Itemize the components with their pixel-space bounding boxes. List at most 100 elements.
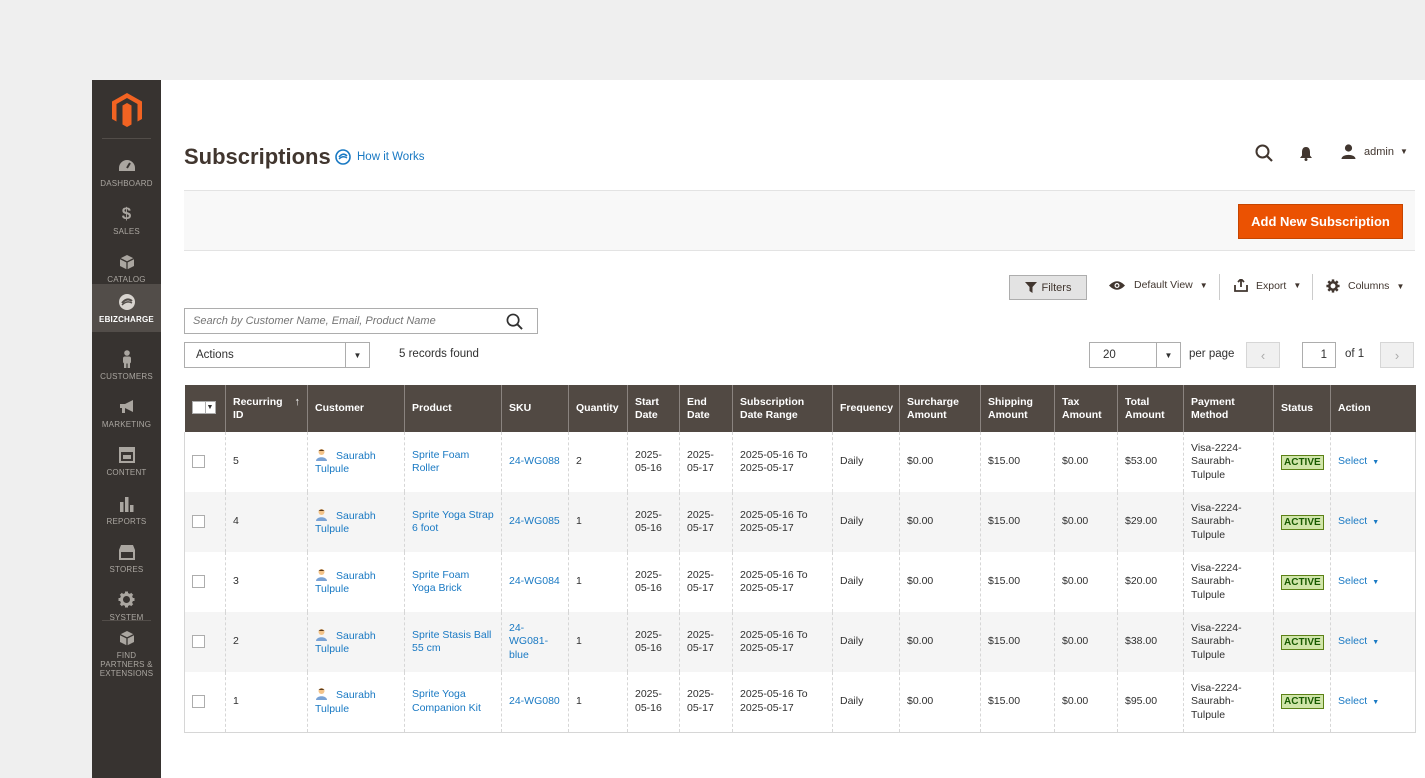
columns-dropdown[interactable]: Columns ▼ — [1326, 279, 1404, 293]
per-page-label: per page — [1189, 348, 1235, 360]
customer-link[interactable]: Saurabh Tulpule — [315, 448, 397, 477]
global-search-icon[interactable] — [1255, 144, 1273, 162]
product-link[interactable]: Sprite Yoga Strap 6 foot — [412, 509, 494, 535]
column-header-customer[interactable]: Customer — [307, 385, 405, 432]
column-header-sku[interactable]: SKU — [501, 385, 569, 432]
column-header-tax[interactable]: Tax Amount — [1054, 385, 1118, 432]
table-row[interactable]: 3 Saurabh Tulpule Sprite Foam Yoga Brick 24… — [184, 552, 1416, 612]
column-header-frequency[interactable]: Frequency — [832, 385, 900, 432]
next-page-button[interactable]: › — [1380, 342, 1414, 368]
customer-link[interactable]: Saurabh Tulpule — [315, 628, 397, 657]
sidebar-item-stores[interactable]: Stores — [92, 534, 161, 582]
column-header-payment-method[interactable]: Payment Method — [1183, 385, 1274, 432]
row-select-cell — [184, 432, 226, 492]
magento-logo-icon[interactable] — [111, 92, 143, 128]
admin-user-menu[interactable]: admin ▼ — [1341, 144, 1408, 159]
cell-sku: 24-WG084 — [501, 552, 569, 612]
column-header-end-date[interactable]: End Date — [679, 385, 733, 432]
mass-actions-label: Actions — [196, 349, 234, 361]
cell-action: Select ▼ — [1330, 432, 1416, 492]
sidebar-item-customers[interactable]: Customers — [92, 341, 161, 389]
table-row[interactable]: 2 Saurabh Tulpule Sprite Stasis Ball 55 cm… — [184, 612, 1416, 672]
sidebar-item-content[interactable]: Content — [92, 437, 161, 485]
search-input[interactable] — [185, 309, 495, 333]
cell-sku: 24-WG085 — [501, 492, 569, 552]
column-header-start-date[interactable]: Start Date — [627, 385, 680, 432]
table-row[interactable]: 4 Saurabh Tulpule Sprite Yoga Strap 6 foot… — [184, 492, 1416, 552]
table-row[interactable]: 1 Saurabh Tulpule Sprite Yoga Companion Ki… — [184, 672, 1416, 733]
column-header-date-range[interactable]: Subscription Date Range — [732, 385, 833, 432]
product-link[interactable]: Sprite Foam Yoga Brick — [412, 569, 469, 595]
cell-start-date: 2025-05-16 — [627, 552, 680, 612]
customer-link[interactable]: Saurabh Tulpule — [315, 687, 397, 716]
sidebar-item-label: Stores — [109, 564, 144, 574]
row-checkbox[interactable] — [192, 455, 205, 469]
page-number-input[interactable]: 1 — [1302, 342, 1336, 368]
status-badge: ACTIVE — [1281, 454, 1324, 470]
row-action-select[interactable]: Select ▼ — [1338, 695, 1379, 707]
cell-surcharge: $0.00 — [899, 432, 981, 492]
sku-link[interactable]: 24-WG088 — [509, 455, 560, 467]
sidebar-item-label: Content — [106, 467, 147, 477]
cell-date-range: 2025-05-16 To 2025-05-17 — [732, 432, 833, 492]
chevron-right-icon: › — [1394, 347, 1400, 363]
cell-product: Sprite Foam Roller — [404, 432, 502, 492]
sidebar-item-ebizcharge[interactable]: EBizCharge — [92, 284, 161, 332]
row-checkbox[interactable] — [192, 515, 205, 529]
default-view-dropdown[interactable]: Default View ▼ — [1108, 279, 1208, 291]
cell-quantity: 1 — [568, 552, 628, 612]
mass-select-header[interactable]: ▼ — [184, 385, 226, 432]
sidebar-item-find-partners[interactable]: Find Partners & Extensions — [92, 628, 161, 678]
row-action-select[interactable]: Select ▼ — [1338, 515, 1379, 527]
column-header-status[interactable]: Status — [1273, 385, 1331, 432]
table-row[interactable]: 5 Saurabh Tulpule Sprite Foam Roller 24-WG0… — [184, 432, 1416, 492]
column-header-total[interactable]: Total Amount — [1117, 385, 1184, 432]
row-action-select[interactable]: Select ▼ — [1338, 455, 1379, 467]
cell-status: ACTIVE — [1273, 552, 1331, 612]
mass-actions-select[interactable]: Actions ▼ — [184, 342, 370, 368]
filters-button[interactable]: Filters — [1009, 275, 1087, 300]
sidebar-item-system[interactable]: System — [92, 582, 161, 630]
cell-date-range: 2025-05-16 To 2025-05-17 — [732, 552, 833, 612]
notifications-bell-icon[interactable] — [1299, 146, 1313, 161]
per-page-select[interactable]: 20 ▼ — [1089, 342, 1181, 368]
cell-quantity: 1 — [568, 492, 628, 552]
customer-link[interactable]: Saurabh Tulpule — [315, 508, 397, 537]
cell-total: $20.00 — [1117, 552, 1184, 612]
how-it-works-link[interactable]: How it Works — [335, 149, 425, 165]
row-action-select[interactable]: Select ▼ — [1338, 635, 1379, 647]
mass-select-checkbox[interactable]: ▼ — [191, 400, 216, 414]
sidebar-item-reports[interactable]: Reports — [92, 486, 161, 534]
per-page-value: 20 — [1103, 349, 1116, 361]
row-checkbox[interactable] — [192, 575, 205, 589]
sku-link[interactable]: 24-WG081-blue — [509, 622, 548, 661]
row-checkbox[interactable] — [192, 635, 205, 649]
add-new-subscription-button[interactable]: Add New Subscription — [1238, 204, 1403, 239]
previous-page-button[interactable]: ‹ — [1246, 342, 1280, 368]
column-header-action: Action — [1330, 385, 1416, 432]
export-dropdown[interactable]: Export ▼ — [1234, 279, 1301, 292]
row-checkbox[interactable] — [192, 694, 205, 708]
cell-quantity: 1 — [568, 672, 628, 733]
sku-link[interactable]: 24-WG084 — [509, 575, 560, 587]
column-header-shipping[interactable]: Shipping Amount — [980, 385, 1055, 432]
column-header-product[interactable]: Product — [404, 385, 502, 432]
product-link[interactable]: Sprite Foam Roller — [412, 449, 469, 475]
sku-link[interactable]: 24-WG080 — [509, 695, 560, 707]
customer-link[interactable]: Saurabh Tulpule — [315, 568, 397, 597]
row-select-cell — [184, 612, 226, 672]
row-action-select[interactable]: Select ▼ — [1338, 575, 1379, 587]
search-icon[interactable] — [506, 313, 523, 330]
column-header-quantity[interactable]: Quantity — [568, 385, 628, 432]
ebizcharge-icon — [118, 293, 136, 311]
product-link[interactable]: Sprite Yoga Companion Kit — [412, 688, 481, 714]
sidebar-item-marketing[interactable]: Marketing — [92, 389, 161, 437]
product-link[interactable]: Sprite Stasis Ball 55 cm — [412, 629, 491, 655]
cell-shipping: $15.00 — [980, 612, 1055, 672]
status-badge: ACTIVE — [1281, 514, 1324, 530]
sku-link[interactable]: 24-WG085 — [509, 515, 560, 527]
sidebar-item-sales[interactable]: $ Sales — [92, 196, 161, 244]
column-header-surcharge[interactable]: Surcharge Amount — [899, 385, 981, 432]
sidebar-item-dashboard[interactable]: Dashboard — [92, 148, 161, 196]
column-header-recurring-id[interactable]: ↑ Recurring ID — [225, 385, 308, 432]
